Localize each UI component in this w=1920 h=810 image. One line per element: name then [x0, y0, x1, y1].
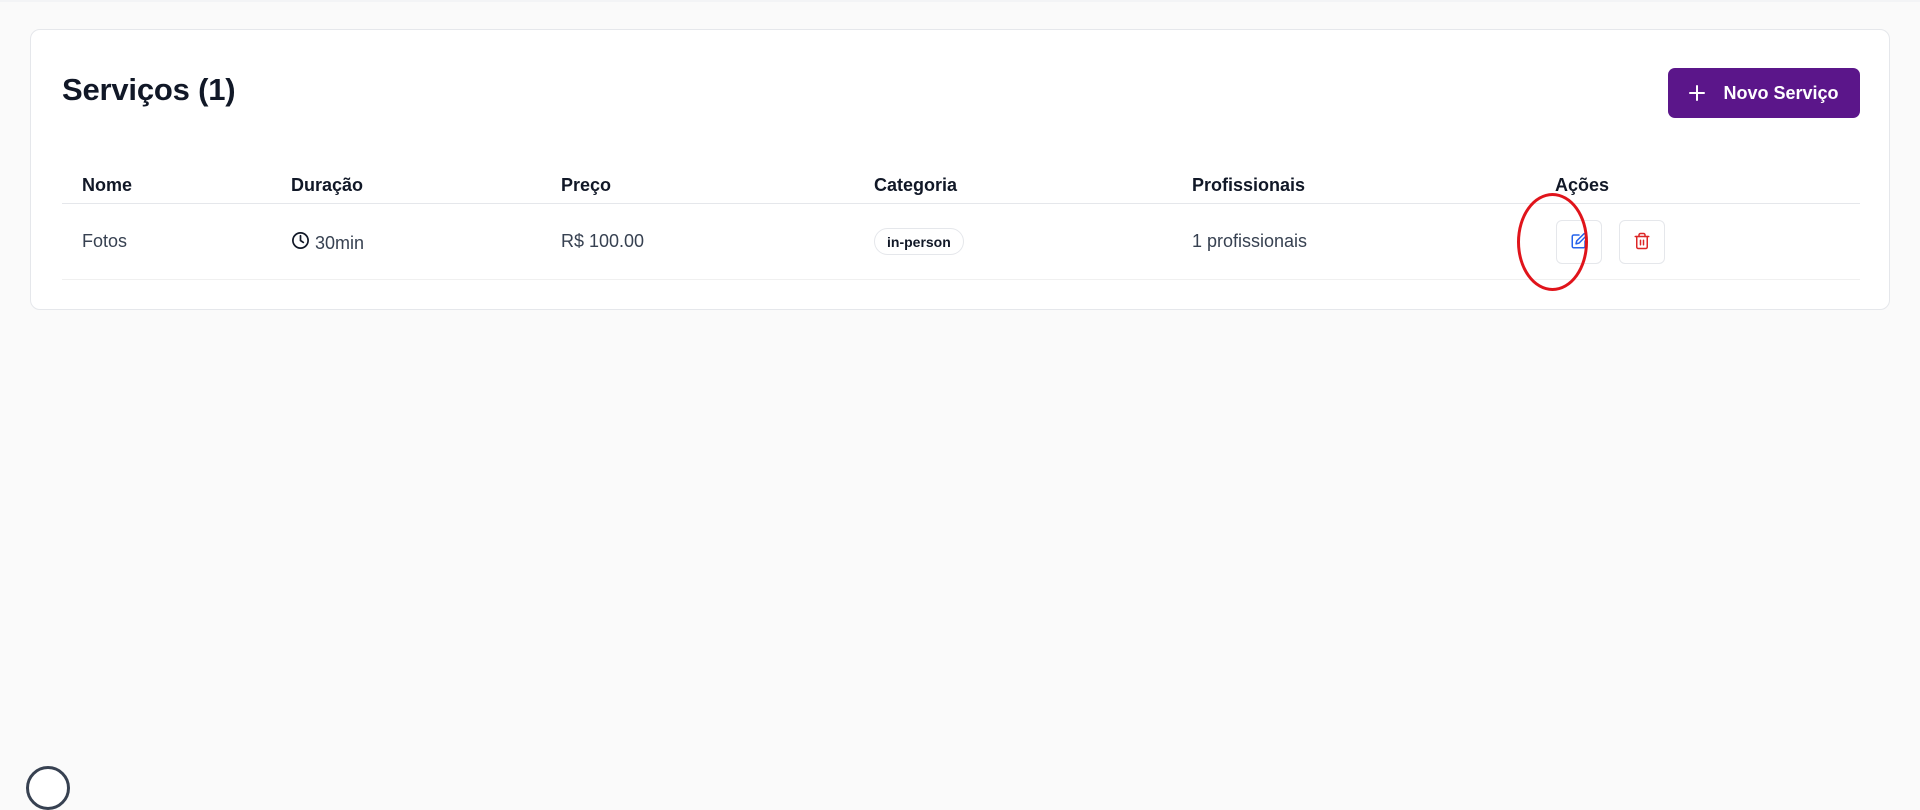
- column-header-duration: Duração: [291, 175, 364, 195]
- delete-service-button[interactable]: [1619, 220, 1665, 264]
- duration-value: 30min: [315, 232, 365, 253]
- service-name: Fotos: [82, 231, 128, 251]
- column-header-category: Categoria: [874, 175, 958, 195]
- edit-service-button[interactable]: [1556, 220, 1602, 264]
- table-row: Fotos 30min R$ 100.00 in-person 1 profis…: [62, 204, 1860, 280]
- column-header-professionals: Profissionais: [1192, 175, 1306, 195]
- avatar[interactable]: [26, 766, 70, 810]
- top-divider: [0, 0, 1920, 2]
- clock-icon: [291, 231, 310, 255]
- column-header-name: Nome: [82, 175, 133, 195]
- column-header-price: Preço: [561, 175, 612, 195]
- column-header-actions: Ações: [1555, 175, 1610, 195]
- service-price: R$ 100.00: [561, 231, 645, 251]
- service-professionals: 1 profissionais: [1192, 231, 1308, 251]
- new-service-button[interactable]: Novo Serviço: [1668, 68, 1860, 118]
- trash-icon: [1633, 232, 1651, 253]
- category-badge: in-person: [874, 228, 964, 255]
- table-header: Nome Duração Preço Categoria Profissiona…: [62, 160, 1860, 204]
- new-service-label: Novo Serviço: [1723, 82, 1839, 103]
- edit-icon: [1570, 232, 1588, 253]
- services-card: Serviços (1) Novo Serviço Nome Duração P…: [30, 29, 1890, 310]
- page-title: Serviços (1): [62, 72, 236, 107]
- service-duration: 30min: [291, 231, 364, 255]
- plus-icon: [1689, 85, 1706, 101]
- services-table: Nome Duração Preço Categoria Profissiona…: [62, 160, 1860, 280]
